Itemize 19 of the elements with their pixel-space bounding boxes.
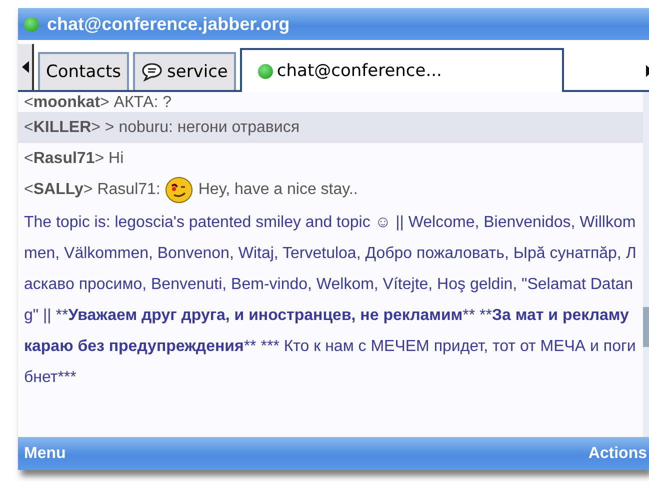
message-text: Hey, have a nice stay.. xyxy=(198,180,358,198)
message-row[interactable]: <SALLy> Rasul71: Hey, have a nice stay.. xyxy=(18,174,643,205)
tab[interactable]: chat@conference... xyxy=(240,48,564,92)
scrollbar-thumb[interactable] xyxy=(643,307,649,347)
online-status-icon xyxy=(258,64,273,78)
message-row[interactable]: <Rasul71> Hi xyxy=(18,143,643,174)
message-text: <KILLER> > noburu: негони отравися xyxy=(24,118,300,136)
message-text: <SALLy> Rasul71: xyxy=(24,180,160,198)
speech-bubble-icon xyxy=(141,62,163,82)
message-row[interactable]: <KILLER> > noburu: негони отравися xyxy=(18,112,643,143)
window-title: chat@conference.jabber.org xyxy=(47,14,290,34)
tab[interactable]: service xyxy=(133,52,236,90)
message-text: <Rasul71> Hi xyxy=(24,150,124,168)
tab[interactable]: Contacts xyxy=(38,52,129,90)
message-row[interactable]: <moonkat> АКТА: ? xyxy=(18,92,643,112)
topic-message: The topic is: legoscia's patented smiley and topic ☺ || Welcome, Bienvenidos, Willkommen, Välkommen, Bonvenon, Witaj, Tervetuloa, Добро пожаловать, Ырă сунатпăр, Ласкаво просимо, Benvenuti, Bem-vindo, Welkom, Vítejte, Hoş geldin, "Selamat Datang" || **Уважаем друг друга, и иностранцев, не рекламим** **За мат и рекламу караю без предупреждения** *** Кто к нам с МЕЧЕМ придет, тот от МЕЧА и погибнет*** xyxy=(24,213,637,388)
message-text: <moonkat> АКТА: ? xyxy=(24,94,172,112)
scroll-left-icon[interactable] xyxy=(18,44,34,90)
winking-smiley-icon xyxy=(164,176,194,204)
